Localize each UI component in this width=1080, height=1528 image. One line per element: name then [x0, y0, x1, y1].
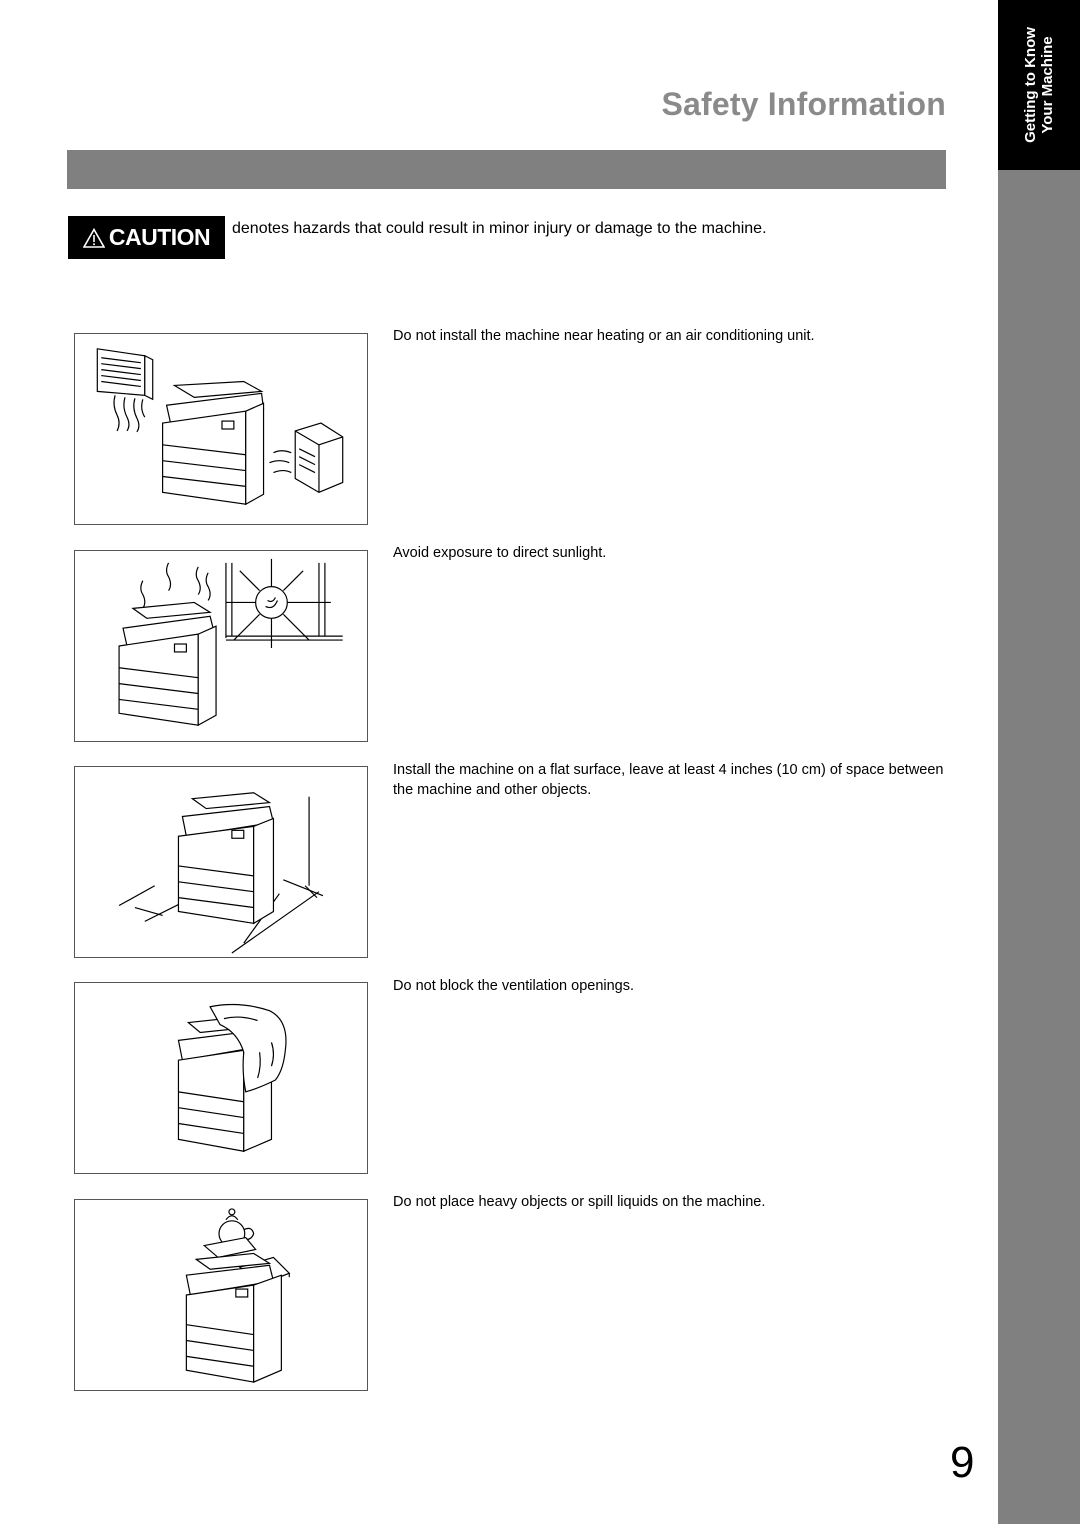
caution-description: denotes hazards that could result in min… [232, 220, 767, 237]
safety-item-text: Do not place heavy objects or spill liqu… [393, 1194, 766, 1210]
illustration-heater-ac [74, 333, 368, 525]
safety-item-text: Do not block the ventilation openings. [393, 978, 635, 994]
sun-icon [225, 558, 331, 648]
heat-waves-icon [140, 562, 211, 609]
illustration-clearance [74, 766, 368, 958]
illustration-sunlight [74, 550, 368, 742]
heater-icon [269, 422, 344, 493]
safety-item-text: Install the machine on a flat surface, l… [393, 762, 944, 798]
illustration-ventilation [74, 982, 368, 1174]
section-tab-line1: Getting to Know [1022, 27, 1039, 143]
air-conditioner-icon [96, 348, 154, 433]
caution-label: CAUTION [108, 224, 211, 250]
copier-icon [185, 1252, 282, 1383]
copier-icon [162, 380, 265, 506]
caution-badge: CAUTION [68, 216, 225, 259]
section-tab-strip [998, 170, 1080, 1524]
copier-icon [118, 601, 217, 727]
page-number: 9 [950, 1438, 975, 1487]
illustration-heavy-objects [74, 1199, 368, 1391]
safety-item-text: Avoid exposure to direct sunlight. [393, 545, 607, 561]
copier-icon [177, 792, 275, 925]
section-tab-label: Getting to Know Your Machine [1022, 27, 1056, 143]
kettle-icon [202, 1208, 257, 1259]
title-bar [67, 150, 946, 189]
page-title: Safety Information [661, 86, 946, 122]
section-tab-line2: Your Machine [1039, 36, 1056, 134]
warning-triangle-icon [82, 227, 105, 248]
safety-item-text: Do not install the machine near heating … [393, 328, 815, 344]
